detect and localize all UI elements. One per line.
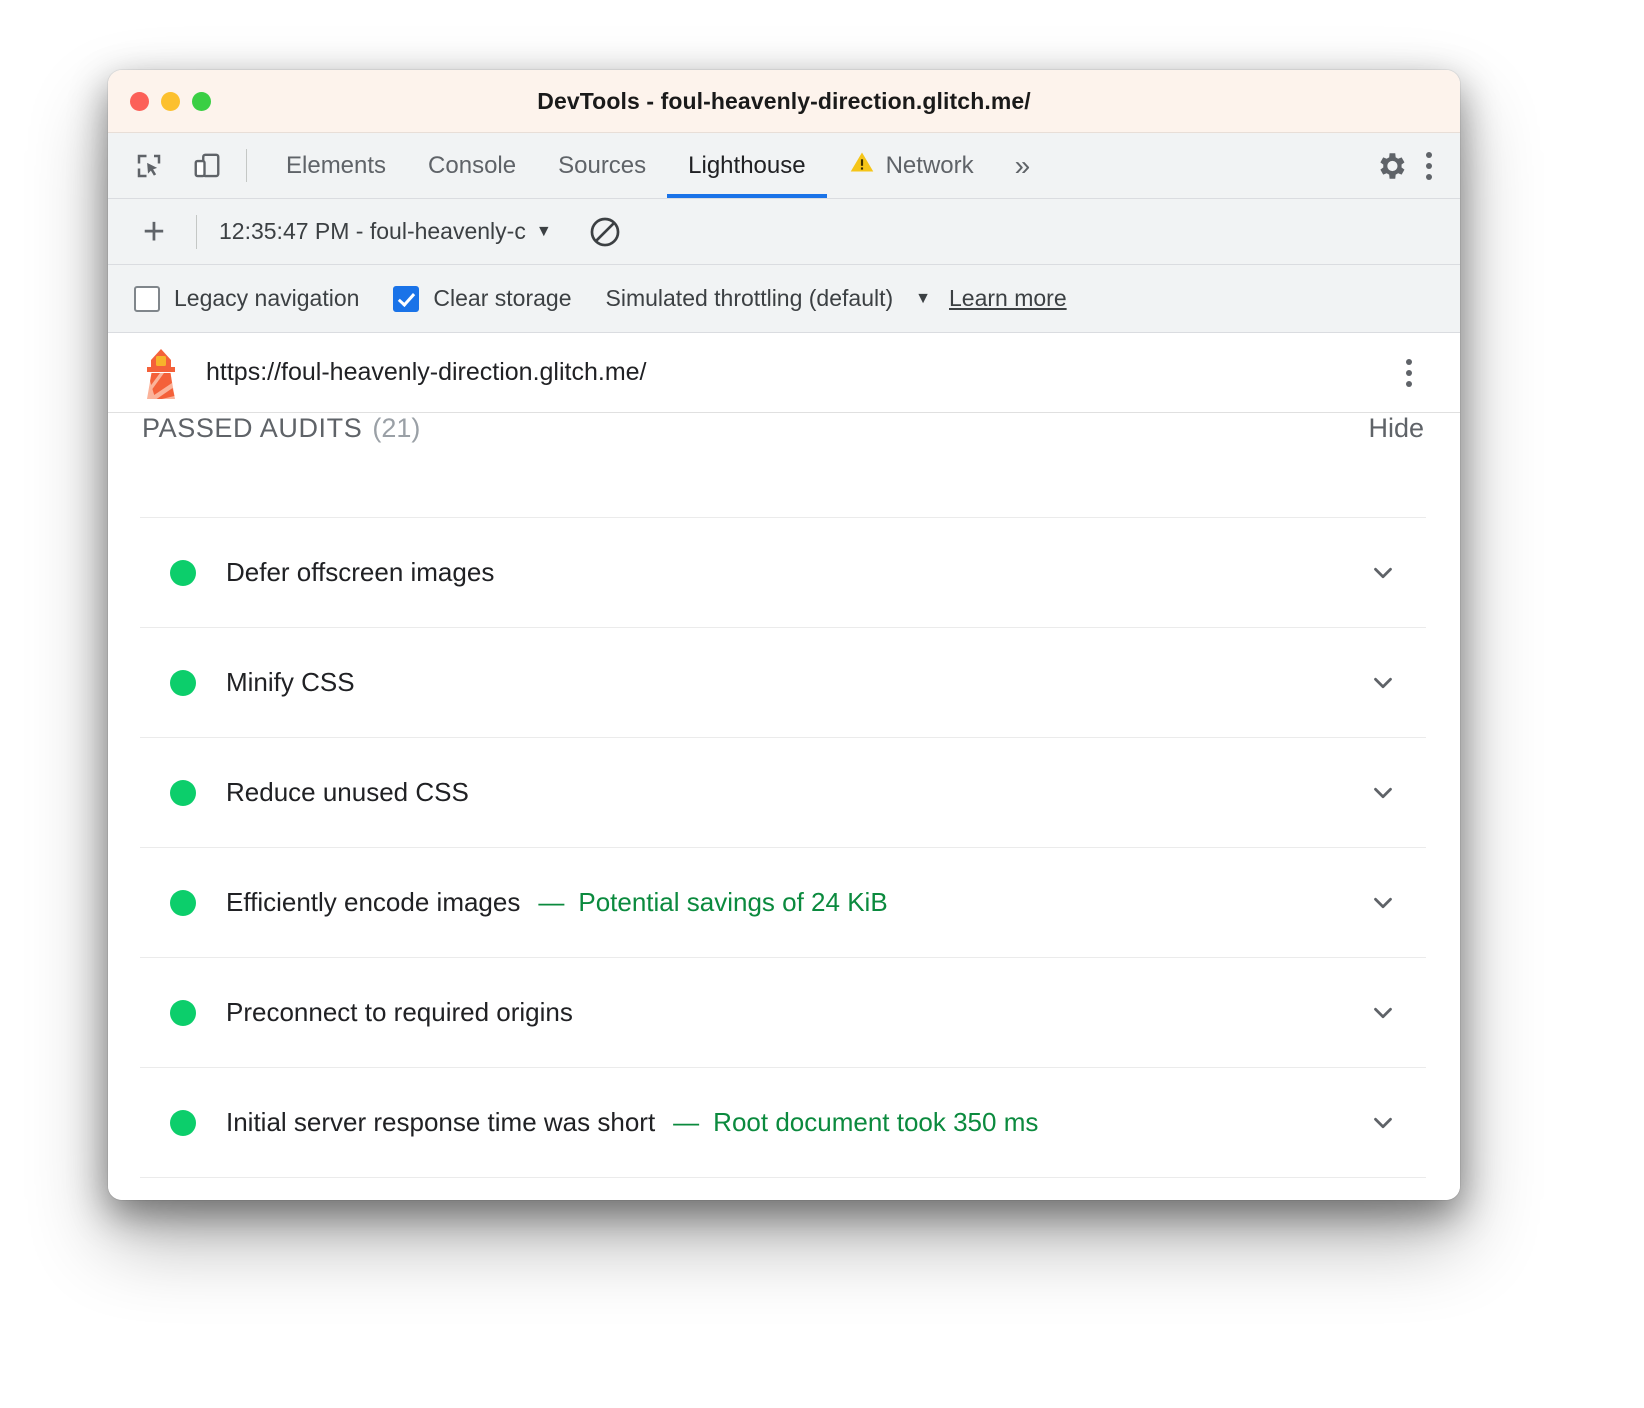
- chevron-down-icon[interactable]: [1366, 556, 1400, 590]
- passed-audits-list: Defer offscreen images Minify CSS Reduce…: [140, 517, 1426, 1178]
- window-titlebar: DevTools - foul-heavenly-direction.glitc…: [108, 70, 1460, 133]
- devtools-window: DevTools - foul-heavenly-direction.glitc…: [108, 70, 1460, 1200]
- device-toolbar-icon[interactable]: [186, 145, 228, 187]
- report-selector-label: 12:35:47 PM - foul-heavenly-c: [219, 218, 526, 245]
- tabbar-divider: [246, 149, 247, 182]
- panel-tabs: Elements Console Sources Lighthouse: [265, 133, 1050, 198]
- passed-audits-header: PASSED AUDITS (21) Hide: [140, 413, 1426, 517]
- tab-sources[interactable]: Sources: [537, 133, 667, 198]
- clear-storage-checkbox[interactable]: [393, 286, 419, 312]
- audited-url: https://foul-heavenly-direction.glitch.m…: [206, 358, 647, 387]
- tab-network[interactable]: Network: [827, 133, 995, 198]
- maximize-window-button[interactable]: [192, 92, 211, 111]
- audit-title: Reduce unused CSS: [226, 777, 469, 808]
- warning-triangle-icon: [848, 149, 876, 182]
- passed-audits-title: PASSED AUDITS: [142, 413, 362, 444]
- tabbar-tools: [128, 133, 228, 198]
- window-controls: [130, 70, 211, 132]
- pass-status-icon: [170, 780, 196, 806]
- tab-console-label: Console: [428, 152, 516, 180]
- audit-title: Defer offscreen images: [226, 557, 494, 588]
- table-row[interactable]: Efficiently encode images — Potential sa…: [140, 848, 1426, 958]
- audit-detail: Root document took 350 ms: [713, 1107, 1038, 1138]
- audit-title: Initial server response time was short: [226, 1107, 655, 1138]
- throttling-label: Simulated throttling (default): [606, 285, 894, 312]
- legacy-navigation-checkbox[interactable]: [134, 286, 160, 312]
- new-report-button[interactable]: +: [134, 213, 174, 251]
- table-row[interactable]: Initial server response time was short —…: [140, 1068, 1426, 1178]
- runbar-divider: [196, 215, 197, 249]
- devtools-tabbar: Elements Console Sources Lighthouse: [108, 133, 1460, 199]
- audit-separator: —: [538, 887, 564, 918]
- pass-status-icon: [170, 890, 196, 916]
- legacy-navigation-label: Legacy navigation: [174, 285, 359, 312]
- screenshot-root: DevTools - foul-heavenly-direction.glitc…: [0, 0, 1644, 1408]
- report-url-row: https://foul-heavenly-direction.glitch.m…: [108, 333, 1460, 413]
- audit-detail: Potential savings of 24 KiB: [578, 887, 887, 918]
- lighthouse-icon: [138, 347, 184, 399]
- chevron-down-icon[interactable]: [1366, 886, 1400, 920]
- tab-elements[interactable]: Elements: [265, 133, 407, 198]
- learn-more-link[interactable]: Learn more: [949, 285, 1067, 312]
- clear-results-icon[interactable]: [586, 213, 624, 251]
- report-more-menu-icon[interactable]: [1392, 349, 1426, 397]
- chevron-down-icon[interactable]: [1366, 666, 1400, 700]
- table-row[interactable]: Reduce unused CSS: [140, 738, 1426, 848]
- chevron-down-icon[interactable]: [1366, 776, 1400, 810]
- chevron-down-icon[interactable]: [1366, 996, 1400, 1030]
- close-window-button[interactable]: [130, 92, 149, 111]
- gear-icon[interactable]: [1370, 145, 1412, 187]
- audit-title: Preconnect to required origins: [226, 997, 573, 1028]
- minimize-window-button[interactable]: [161, 92, 180, 111]
- devtools-more-menu-icon[interactable]: [1412, 142, 1446, 190]
- inspect-element-icon[interactable]: [128, 145, 170, 187]
- chevron-down-icon: ▼: [915, 290, 931, 308]
- table-row[interactable]: Defer offscreen images: [140, 518, 1426, 628]
- pass-status-icon: [170, 1110, 196, 1136]
- passed-audits-count: (21): [372, 413, 420, 444]
- audit-separator: —: [673, 1107, 699, 1138]
- tab-network-label: Network: [886, 152, 974, 180]
- tab-lighthouse-label: Lighthouse: [688, 152, 805, 180]
- table-row[interactable]: Preconnect to required origins: [140, 958, 1426, 1068]
- chevron-down-icon[interactable]: [1366, 1106, 1400, 1140]
- tab-sources-label: Sources: [558, 152, 646, 180]
- pass-status-icon: [170, 1000, 196, 1026]
- table-row[interactable]: Minify CSS: [140, 628, 1426, 738]
- audit-title: Minify CSS: [226, 667, 355, 698]
- pass-status-icon: [170, 560, 196, 586]
- tab-console[interactable]: Console: [407, 133, 537, 198]
- tab-overflow-button[interactable]: »: [995, 133, 1051, 198]
- clear-storage-option[interactable]: Clear storage: [393, 285, 571, 312]
- legacy-navigation-option[interactable]: Legacy navigation: [134, 285, 359, 312]
- clear-storage-label: Clear storage: [433, 285, 571, 312]
- lighthouse-options-bar: Legacy navigation Clear storage Simulate…: [108, 265, 1460, 333]
- lighthouse-report: PASSED AUDITS (21) Hide Defer offscreen …: [108, 413, 1460, 1200]
- pass-status-icon: [170, 670, 196, 696]
- lighthouse-run-toolbar: + 12:35:47 PM - foul-heavenly-c ▼: [108, 199, 1460, 265]
- chevron-down-icon: ▼: [536, 223, 552, 241]
- report-selector[interactable]: 12:35:47 PM - foul-heavenly-c ▼: [219, 218, 552, 245]
- tab-elements-label: Elements: [286, 152, 386, 180]
- tab-lighthouse[interactable]: Lighthouse: [667, 133, 826, 198]
- hide-passed-audits-button[interactable]: Hide: [1368, 413, 1424, 444]
- audit-title: Efficiently encode images: [226, 887, 520, 918]
- tabbar-right-actions: [1333, 133, 1460, 198]
- throttling-select[interactable]: Simulated throttling (default) ▼: [606, 285, 932, 312]
- window-title: DevTools - foul-heavenly-direction.glitc…: [537, 88, 1031, 115]
